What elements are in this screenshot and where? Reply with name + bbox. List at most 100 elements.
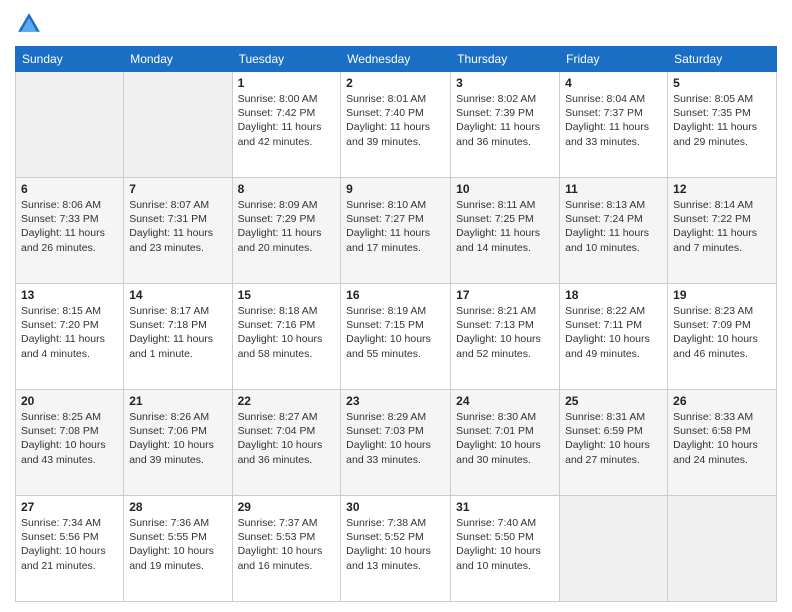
week-row-2: 6Sunrise: 8:06 AM Sunset: 7:33 PM Daylig… — [16, 178, 777, 284]
calendar-cell — [16, 72, 124, 178]
week-row-5: 27Sunrise: 7:34 AM Sunset: 5:56 PM Dayli… — [16, 496, 777, 602]
day-info: Sunrise: 8:27 AM Sunset: 7:04 PM Dayligh… — [238, 410, 336, 467]
weekday-header-wednesday: Wednesday — [341, 47, 451, 72]
day-number: 27 — [21, 500, 118, 514]
day-info: Sunrise: 8:31 AM Sunset: 6:59 PM Dayligh… — [565, 410, 662, 467]
day-number: 16 — [346, 288, 445, 302]
week-row-1: 1 Sunrise: 8:00 AM Sunset: 7:42 PM Daylig… — [16, 72, 777, 178]
weekday-header-thursday: Thursday — [451, 47, 560, 72]
weekday-header-row: SundayMondayTuesdayWednesdayThursdayFrid… — [16, 47, 777, 72]
day-number: 10 — [456, 182, 554, 196]
header — [15, 10, 777, 38]
calendar-cell: 8Sunrise: 8:09 AM Sunset: 7:29 PM Daylig… — [232, 178, 341, 284]
weekday-header-saturday: Saturday — [668, 47, 777, 72]
day-number: 21 — [129, 394, 226, 408]
calendar-cell — [668, 496, 777, 602]
calendar-cell: 11Sunrise: 8:13 AM Sunset: 7:24 PM Dayli… — [560, 178, 668, 284]
page: SundayMondayTuesdayWednesdayThursdayFrid… — [0, 0, 792, 612]
calendar-cell: 10 Sunrise: 8:11 AM Sunset: 7:25 PM Dayli… — [451, 178, 560, 284]
day-number: 22 — [238, 394, 336, 408]
calendar-cell: 16Sunrise: 8:19 AM Sunset: 7:15 PM Dayli… — [341, 284, 451, 390]
weekday-header-tuesday: Tuesday — [232, 47, 341, 72]
day-info: Sunrise: 8:22 AM Sunset: 7:11 PM Dayligh… — [565, 304, 662, 361]
day-number: 30 — [346, 500, 445, 514]
calendar-cell: 23 Sunrise: 8:29 AM Sunset: 7:03 PM Dayli… — [341, 390, 451, 496]
day-number: 8 — [238, 182, 336, 196]
calendar: SundayMondayTuesdayWednesdayThursdayFrid… — [15, 46, 777, 602]
day-info: Sunrise: 8:33 AM Sunset: 6:58 PM Dayligh… — [673, 410, 771, 467]
day-number: 18 — [565, 288, 662, 302]
day-number: 23 — [346, 394, 445, 408]
calendar-cell: 31Sunrise: 7:40 AM Sunset: 5:50 PM Dayli… — [451, 496, 560, 602]
day-info: Sunrise: 8:10 AM Sunset: 7:27 PM Dayligh… — [346, 198, 445, 255]
day-info: Sunrise: 8:29 AM Sunset: 7:03 PM Dayligh… — [346, 410, 445, 467]
weekday-header-friday: Friday — [560, 47, 668, 72]
logo-icon — [15, 10, 43, 38]
day-info: Sunrise: 7:38 AM Sunset: 5:52 PM Dayligh… — [346, 516, 445, 573]
calendar-cell: 2 Sunrise: 8:01 AM Sunset: 7:40 PM Daylig… — [341, 72, 451, 178]
calendar-cell — [560, 496, 668, 602]
day-number: 26 — [673, 394, 771, 408]
day-number: 29 — [238, 500, 336, 514]
calendar-cell: 4 Sunrise: 8:04 AM Sunset: 7:37 PM Daylig… — [560, 72, 668, 178]
day-number: 1 — [238, 76, 336, 90]
calendar-cell: 22 Sunrise: 8:27 AM Sunset: 7:04 PM Dayli… — [232, 390, 341, 496]
calendar-cell: 15 Sunrise: 8:18 AM Sunset: 7:16 PM Dayli… — [232, 284, 341, 390]
calendar-cell: 26 Sunrise: 8:33 AM Sunset: 6:58 PM Dayli… — [668, 390, 777, 496]
calendar-cell: 19 Sunrise: 8:23 AM Sunset: 7:09 PM Dayli… — [668, 284, 777, 390]
calendar-cell: 12Sunrise: 8:14 AM Sunset: 7:22 PM Dayli… — [668, 178, 777, 284]
day-info: Sunrise: 8:04 AM Sunset: 7:37 PM Dayligh… — [565, 92, 662, 149]
day-number: 25 — [565, 394, 662, 408]
calendar-cell: 21 Sunrise: 8:26 AM Sunset: 7:06 PM Dayli… — [124, 390, 232, 496]
day-number: 28 — [129, 500, 226, 514]
calendar-body: 1 Sunrise: 8:00 AM Sunset: 7:42 PM Daylig… — [16, 72, 777, 602]
weekday-header-monday: Monday — [124, 47, 232, 72]
day-info: Sunrise: 7:36 AM Sunset: 5:55 PM Dayligh… — [129, 516, 226, 573]
day-number: 20 — [21, 394, 118, 408]
day-info: Sunrise: 8:11 AM Sunset: 7:25 PM Dayligh… — [456, 198, 554, 255]
day-info: Sunrise: 8:18 AM Sunset: 7:16 PM Dayligh… — [238, 304, 336, 361]
day-info: Sunrise: 8:25 AM Sunset: 7:08 PM Dayligh… — [21, 410, 118, 467]
calendar-cell: 29 Sunrise: 7:37 AM Sunset: 5:53 PM Dayli… — [232, 496, 341, 602]
day-info: Sunrise: 8:00 AM Sunset: 7:42 PM Dayligh… — [238, 92, 336, 149]
day-number: 4 — [565, 76, 662, 90]
calendar-cell: 27Sunrise: 7:34 AM Sunset: 5:56 PM Dayli… — [16, 496, 124, 602]
day-number: 11 — [565, 182, 662, 196]
day-number: 17 — [456, 288, 554, 302]
calendar-cell: 3 Sunrise: 8:02 AM Sunset: 7:39 PM Daylig… — [451, 72, 560, 178]
day-number: 19 — [673, 288, 771, 302]
calendar-cell: 17Sunrise: 8:21 AM Sunset: 7:13 PM Dayli… — [451, 284, 560, 390]
day-info: Sunrise: 8:06 AM Sunset: 7:33 PM Dayligh… — [21, 198, 118, 255]
day-number: 24 — [456, 394, 554, 408]
calendar-cell: 1 Sunrise: 8:00 AM Sunset: 7:42 PM Daylig… — [232, 72, 341, 178]
calendar-cell: 9 Sunrise: 8:10 AM Sunset: 7:27 PM Daylig… — [341, 178, 451, 284]
day-number: 14 — [129, 288, 226, 302]
day-info: Sunrise: 7:37 AM Sunset: 5:53 PM Dayligh… — [238, 516, 336, 573]
logo — [15, 10, 47, 38]
day-number: 9 — [346, 182, 445, 196]
day-number: 31 — [456, 500, 554, 514]
day-number: 7 — [129, 182, 226, 196]
day-number: 2 — [346, 76, 445, 90]
day-info: Sunrise: 8:02 AM Sunset: 7:39 PM Dayligh… — [456, 92, 554, 149]
day-info: Sunrise: 8:07 AM Sunset: 7:31 PM Dayligh… — [129, 198, 226, 255]
calendar-cell: 7 Sunrise: 8:07 AM Sunset: 7:31 PM Daylig… — [124, 178, 232, 284]
calendar-cell: 5Sunrise: 8:05 AM Sunset: 7:35 PM Daylig… — [668, 72, 777, 178]
calendar-cell: 18 Sunrise: 8:22 AM Sunset: 7:11 PM Dayli… — [560, 284, 668, 390]
day-info: Sunrise: 8:23 AM Sunset: 7:09 PM Dayligh… — [673, 304, 771, 361]
day-info: Sunrise: 8:17 AM Sunset: 7:18 PM Dayligh… — [129, 304, 226, 361]
day-info: Sunrise: 8:01 AM Sunset: 7:40 PM Dayligh… — [346, 92, 445, 149]
day-number: 15 — [238, 288, 336, 302]
calendar-cell: 13Sunrise: 8:15 AM Sunset: 7:20 PM Dayli… — [16, 284, 124, 390]
day-info: Sunrise: 8:15 AM Sunset: 7:20 PM Dayligh… — [21, 304, 118, 361]
calendar-cell: 6Sunrise: 8:06 AM Sunset: 7:33 PM Daylig… — [16, 178, 124, 284]
day-info: Sunrise: 8:30 AM Sunset: 7:01 PM Dayligh… — [456, 410, 554, 467]
calendar-cell: 14 Sunrise: 8:17 AM Sunset: 7:18 PM Dayli… — [124, 284, 232, 390]
calendar-cell: 30 Sunrise: 7:38 AM Sunset: 5:52 PM Dayli… — [341, 496, 451, 602]
calendar-header: SundayMondayTuesdayWednesdayThursdayFrid… — [16, 47, 777, 72]
day-info: Sunrise: 8:14 AM Sunset: 7:22 PM Dayligh… — [673, 198, 771, 255]
day-number: 3 — [456, 76, 554, 90]
weekday-header-sunday: Sunday — [16, 47, 124, 72]
calendar-cell — [124, 72, 232, 178]
day-info: Sunrise: 8:26 AM Sunset: 7:06 PM Dayligh… — [129, 410, 226, 467]
